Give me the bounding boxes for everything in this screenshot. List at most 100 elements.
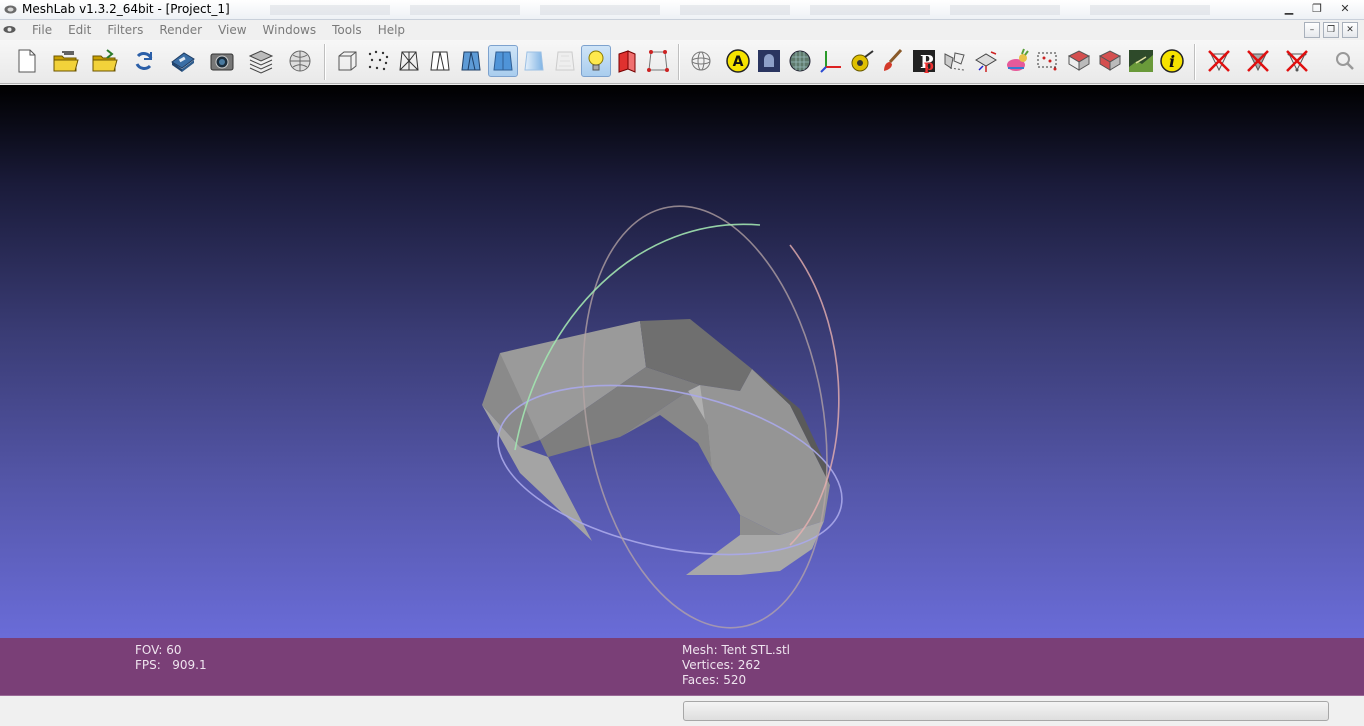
points-button[interactable] [363, 45, 393, 77]
toolbar-separator [678, 44, 680, 80]
fov-readout: FOV: 60 [135, 643, 182, 657]
sphere-filter-icon [789, 50, 811, 72]
delete-vertices-icon [1208, 50, 1230, 72]
search-button[interactable] [1330, 45, 1360, 77]
raster-button[interactable] [285, 45, 315, 77]
measure-tape-icon [851, 50, 874, 72]
save-disk-icon [171, 52, 195, 72]
light-button[interactable] [581, 45, 611, 77]
flat-shading-button[interactable] [488, 45, 518, 77]
bounding-box-icon [338, 51, 357, 71]
open-folder-icon [92, 49, 118, 72]
double-side-lighting-button[interactable] [612, 45, 642, 77]
mdi-minimize-button[interactable]: – [1304, 22, 1320, 38]
wireframe-icon [399, 51, 419, 71]
select-vertices-icon [1037, 52, 1057, 71]
delete-vertices-button[interactable] [1204, 45, 1234, 77]
delete-faces-button[interactable] [1243, 45, 1273, 77]
window-minimize-button[interactable]: ▁ [1276, 0, 1302, 16]
reload-icon [135, 52, 153, 70]
paint-button[interactable] [878, 45, 908, 77]
delete-faces-vertices-icon [1286, 50, 1308, 72]
info-icon: i [1160, 49, 1184, 73]
open-project-button[interactable] [51, 45, 81, 77]
trackball-button[interactable] [686, 45, 716, 77]
sphere-filter-button[interactable] [785, 45, 815, 77]
menu-tools[interactable]: Tools [324, 22, 370, 38]
window-maximize-button[interactable]: ❐ [1304, 0, 1330, 16]
search-icon [1336, 52, 1354, 70]
mesh-name: Mesh: Tent STL.stl [682, 643, 790, 657]
menu-view[interactable]: View [210, 22, 254, 38]
open-folder-layers-icon [53, 51, 79, 72]
document-eye-icon[interactable] [3, 23, 16, 36]
points-icon [368, 50, 389, 71]
face-count: Faces: 520 [682, 673, 747, 687]
layers-icon [248, 50, 274, 74]
flat-shading-icon [493, 51, 513, 71]
window-controls: ▁ ❐ ✕ [1276, 0, 1358, 18]
info-overlay: FOV: 60 FPS: 909.1 Mesh: Tent STL.stl Ve… [0, 638, 1364, 696]
import-mesh-button[interactable] [90, 45, 120, 77]
snapshot-button[interactable] [207, 45, 237, 77]
progress-bar [683, 701, 1329, 721]
axes-button[interactable] [816, 45, 846, 77]
mdi-controls: – ❐ ✕ [1304, 22, 1358, 38]
menu-items: File Edit Filters Render View Windows To… [24, 22, 413, 38]
globe-raster-icon [289, 50, 311, 72]
manipulators-button[interactable] [971, 45, 1001, 77]
menu-windows[interactable]: Windows [255, 22, 325, 38]
menu-render[interactable]: Render [151, 22, 210, 38]
back-face-icon [647, 50, 669, 72]
reload-button[interactable] [129, 45, 159, 77]
annotation-button[interactable]: A [723, 45, 753, 77]
select-connected-button[interactable] [1095, 45, 1125, 77]
layers-button[interactable] [246, 45, 276, 77]
delete-faces-vertices-button[interactable] [1282, 45, 1312, 77]
back-face-button[interactable] [643, 45, 673, 77]
smooth-shading-button[interactable] [519, 45, 549, 77]
svg-text:p: p [924, 58, 934, 74]
flat-lines-button[interactable] [456, 45, 486, 77]
manipulators-icon [975, 51, 997, 72]
menu-edit[interactable]: Edit [60, 22, 99, 38]
paintbrush-icon [884, 48, 903, 71]
mdi-close-button[interactable]: ✕ [1342, 22, 1358, 38]
texture-button[interactable] [550, 45, 580, 77]
select-connected-icon [1098, 50, 1122, 71]
toolbar-separator [1194, 44, 1196, 80]
mdi-restore-button[interactable]: ❐ [1323, 22, 1339, 38]
menu-help[interactable]: Help [370, 22, 413, 38]
window-title: MeshLab v1.3.2_64bit - [Project_1] [22, 2, 230, 16]
align-button[interactable] [940, 45, 970, 77]
raster-align-button[interactable] [1126, 45, 1156, 77]
background-taskbar-ghost [270, 5, 1210, 15]
annotation-a-icon: A [726, 49, 750, 73]
menu-bar: File Edit Filters Render View Windows To… [0, 20, 1364, 40]
select-vertices-button[interactable] [1033, 45, 1063, 77]
measure-button[interactable] [847, 45, 877, 77]
trackball-icon [691, 51, 711, 71]
pick-points-button[interactable]: Pp [909, 45, 939, 77]
bunny-color-button[interactable] [1002, 45, 1032, 77]
info-button[interactable]: i [1157, 45, 1187, 77]
new-document-icon [18, 49, 36, 73]
mesh-model [482, 319, 830, 575]
delete-faces-icon [1247, 50, 1269, 72]
camera-icon [210, 53, 234, 71]
export-mesh-button[interactable] [168, 45, 198, 77]
toolbar-separator [324, 44, 326, 80]
window-close-button[interactable]: ✕ [1332, 0, 1358, 16]
3d-viewport[interactable] [0, 85, 1364, 638]
menu-filters[interactable]: Filters [99, 22, 151, 38]
main-toolbar: A Pp i [0, 40, 1364, 84]
vertex-count: Vertices: 262 [682, 658, 761, 672]
wireframe-button[interactable] [394, 45, 424, 77]
hidden-lines-button[interactable] [425, 45, 455, 77]
menu-file[interactable]: File [24, 22, 60, 38]
new-project-button[interactable] [12, 45, 42, 77]
bounding-box-button[interactable] [332, 45, 362, 77]
select-faces-button[interactable] [1064, 45, 1094, 77]
smooth-shading-icon [524, 51, 544, 71]
shader-button[interactable] [754, 45, 784, 77]
